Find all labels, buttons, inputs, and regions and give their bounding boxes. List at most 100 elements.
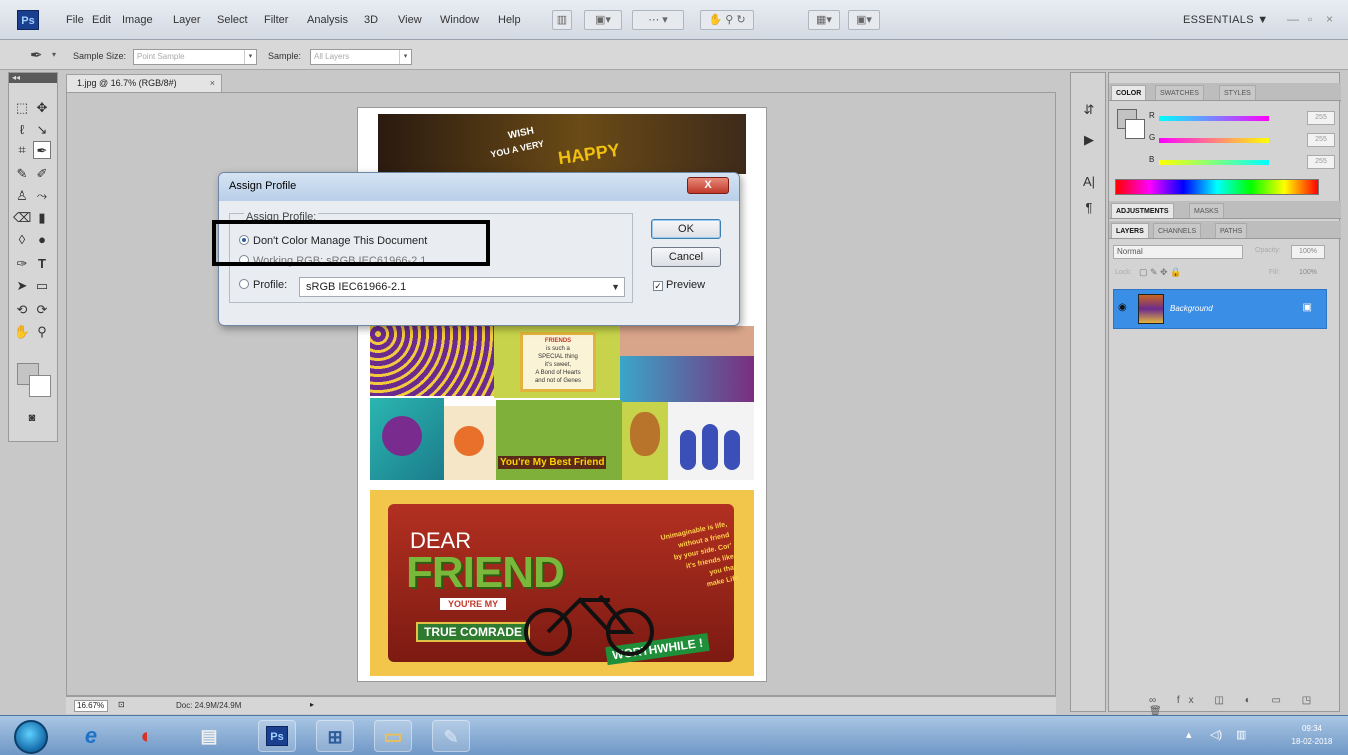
workspace-switcher[interactable]: ESSENTIALS ▼: [1183, 14, 1268, 26]
remote-desktop-icon[interactable]: ⊞: [316, 720, 354, 752]
healing-brush-tool-icon[interactable]: ✎: [13, 165, 31, 183]
menu-edit[interactable]: Edit: [92, 14, 111, 26]
tab-paths[interactable]: PATHS: [1215, 223, 1248, 238]
layers-panel-footer-icons[interactable]: ∞ fx ◫ ◐ ▭ ◳ 🗑: [1149, 695, 1339, 717]
menu-layer[interactable]: Layer: [173, 14, 201, 26]
radio-profile[interactable]: Profile:: [239, 279, 287, 291]
slider-value[interactable]: 255: [1307, 133, 1335, 147]
close-app-button[interactable]: ×: [1326, 12, 1333, 26]
history-brush-tool-icon[interactable]: ⤳: [33, 187, 51, 205]
brush-tool-icon[interactable]: ✐: [33, 165, 51, 183]
internet-explorer-icon[interactable]: e: [72, 720, 110, 752]
taskbar-clock[interactable]: 09:34 18-02-2018: [1290, 722, 1334, 748]
fill-field[interactable]: 100%: [1291, 267, 1325, 281]
character-panel-icon[interactable]: A|: [1079, 173, 1099, 191]
lock-icons[interactable]: ▢ ✎ ✥ 🔒: [1139, 267, 1181, 278]
tab-channels[interactable]: CHANNELS: [1153, 223, 1202, 238]
tools-panel-header[interactable]: ◂◂: [9, 73, 57, 83]
volume-icon[interactable]: ◁): [1210, 728, 1222, 741]
paragraph-panel-icon[interactable]: ¶: [1079, 199, 1099, 217]
start-button[interactable]: [14, 720, 48, 754]
type-tool-icon[interactable]: T: [33, 255, 51, 273]
close-document-icon[interactable]: ×: [210, 75, 215, 92]
menu-window[interactable]: Window: [440, 14, 479, 26]
tab-color[interactable]: COLOR: [1111, 85, 1147, 100]
eyedropper-tool-icon[interactable]: ✒: [30, 46, 43, 64]
crop-tool-icon[interactable]: ⌗: [13, 141, 31, 159]
ok-button[interactable]: OK: [651, 219, 721, 239]
tab-styles[interactable]: STYLES: [1219, 85, 1256, 100]
eraser-tool-icon[interactable]: ⌫: [13, 209, 31, 227]
eye-icon[interactable]: ◉: [1118, 302, 1127, 313]
menu-file[interactable]: File: [66, 14, 84, 26]
marquee-tool-icon[interactable]: ⬚: [13, 99, 31, 117]
hand-tool-icon[interactable]: ✋: [13, 323, 31, 341]
panel-background-swatch[interactable]: [1125, 119, 1145, 139]
hand-zoom-rotate-icons[interactable]: ✋ ⚲ ↻: [700, 10, 754, 30]
quick-selection-tool-icon[interactable]: ↘: [33, 121, 51, 139]
menu-image[interactable]: Image: [122, 14, 153, 26]
zoom-level-dropdown[interactable]: ⋯ ▾: [632, 10, 684, 30]
tab-swatches[interactable]: SWATCHES: [1155, 85, 1204, 100]
dialog-close-button[interactable]: X: [687, 177, 729, 194]
layer-row-background[interactable]: ◉ Background ▣: [1113, 289, 1327, 329]
slider-value[interactable]: 255: [1307, 155, 1335, 169]
zoom-tool-icon[interactable]: ⚲: [33, 323, 51, 341]
tray-arrow-icon[interactable]: ▴: [1186, 728, 1192, 741]
tool-preset-arrow-icon[interactable]: ▾: [52, 50, 56, 59]
menu-analysis[interactable]: Analysis: [307, 14, 348, 26]
arrange-documents-icon[interactable]: ▦▾: [808, 10, 840, 30]
actions-panel-icon[interactable]: ▶: [1079, 131, 1099, 149]
color-spectrum[interactable]: [1115, 179, 1319, 195]
pen-tool-icon[interactable]: ✑: [13, 255, 31, 273]
preview-checkbox-row[interactable]: ✓ Preview: [653, 279, 705, 291]
bridge-icon[interactable]: ▥: [552, 10, 572, 30]
status-menu-arrow-icon[interactable]: ▸: [310, 700, 314, 709]
restore-button[interactable]: ▫: [1308, 12, 1312, 26]
blend-mode-select[interactable]: Normal: [1113, 245, 1243, 259]
cancel-button[interactable]: Cancel: [651, 247, 721, 267]
network-icon[interactable]: ▥: [1236, 728, 1246, 741]
background-color-swatch[interactable]: [29, 375, 51, 397]
slider-track[interactable]: [1159, 160, 1269, 165]
zoom-field[interactable]: 16.67%: [74, 700, 108, 712]
chrome-icon[interactable]: ◐: [128, 720, 166, 752]
slider-track[interactable]: [1159, 116, 1269, 121]
dialog-title-bar[interactable]: Assign Profile X: [219, 173, 739, 201]
shape-tool-icon[interactable]: ▭: [33, 277, 51, 295]
tab-layers[interactable]: LAYERS: [1111, 223, 1149, 238]
status-options-icon[interactable]: ⊡: [118, 700, 125, 709]
slider-track[interactable]: [1159, 138, 1269, 143]
move-tool-icon[interactable]: ✥: [33, 99, 51, 117]
radio-button[interactable]: [239, 279, 249, 289]
folder-icon[interactable]: ▭: [374, 720, 412, 752]
gradient-tool-icon[interactable]: ▮: [33, 209, 51, 227]
sample-select[interactable]: All Layers ▾: [310, 49, 412, 65]
profile-select[interactable]: sRGB IEC61966-2.1 ▼: [299, 277, 625, 297]
document-tab[interactable]: 1.jpg @ 16.7% (RGB/8#) ×: [66, 74, 222, 92]
lasso-tool-icon[interactable]: ℓ: [13, 121, 31, 139]
screen-mode-icon[interactable]: ▣▾: [848, 10, 880, 30]
photoshop-logo[interactable]: Ps: [17, 10, 39, 30]
photoshop-taskbar-icon[interactable]: Ps: [258, 720, 296, 752]
history-panel-icon[interactable]: ⇵: [1079, 101, 1099, 119]
path-selection-tool-icon[interactable]: ➤: [13, 277, 31, 295]
dodge-tool-icon[interactable]: ●: [33, 231, 51, 249]
clone-stamp-tool-icon[interactable]: ♙: [13, 187, 31, 205]
menu-view[interactable]: View: [398, 14, 422, 26]
sample-size-select[interactable]: Point Sample ▾: [133, 49, 257, 65]
menu-filter[interactable]: Filter: [264, 14, 288, 26]
file-manager-icon[interactable]: ▤: [190, 720, 228, 752]
opacity-field[interactable]: 100%: [1291, 245, 1325, 259]
quick-mask-icon[interactable]: ◙: [23, 409, 41, 427]
3d-orbit-tool-icon[interactable]: ⟳: [33, 301, 51, 319]
paint-icon[interactable]: ✎: [432, 720, 470, 752]
preview-checkbox[interactable]: ✓: [653, 281, 663, 291]
menu-3d[interactable]: 3D: [364, 14, 378, 26]
mini-bridge-icon[interactable]: ▣▾: [584, 10, 622, 30]
eyedropper-tool-icon[interactable]: ✒: [33, 141, 51, 159]
menu-select[interactable]: Select: [217, 14, 248, 26]
tab-masks[interactable]: MASKS: [1189, 203, 1224, 218]
menu-help[interactable]: Help: [498, 14, 521, 26]
blur-tool-icon[interactable]: ◊: [13, 231, 31, 249]
